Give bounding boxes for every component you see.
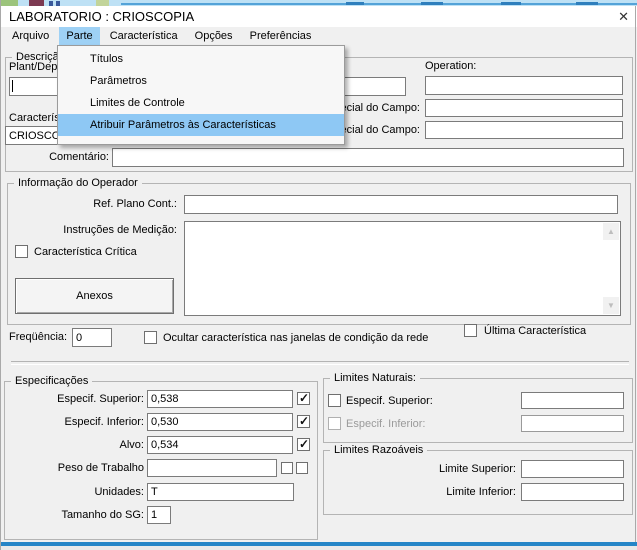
ocultar-checkbox[interactable]: [144, 331, 157, 344]
menubar: Arquivo Parte Característica Opções Pref…: [3, 27, 633, 45]
comentario-input[interactable]: [112, 148, 624, 167]
operation-input[interactable]: [425, 76, 623, 95]
ultima-checkbox[interactable]: [464, 324, 477, 337]
ultima-label: Última Característica: [484, 325, 587, 337]
peso-checkbox-2[interactable]: [296, 462, 308, 474]
instrucoes-textarea[interactable]: ▲ ▼: [184, 221, 621, 316]
plant-dep-label: Plant/Dep: [9, 61, 58, 73]
peso-trabalho-input[interactable]: [147, 459, 277, 477]
campo-especial-row3-input[interactable]: [425, 121, 623, 139]
especif-superior-label: Especif. Superior:: [57, 393, 144, 405]
limite-inferior-input[interactable]: [521, 483, 624, 501]
limites-naturais-inferior-label: Especif. Inferior:: [346, 418, 426, 430]
menubar-item-opcoes[interactable]: Opções: [188, 27, 240, 45]
menu-item-limites-de-controle[interactable]: Limites de Controle: [58, 92, 344, 114]
strip-fragment: [121, 3, 637, 5]
group-especificacoes-legend: Especificações: [11, 375, 93, 388]
limite-inferior-label: Limite Inferior:: [446, 486, 516, 498]
alvo-input[interactable]: [147, 436, 293, 454]
limite-superior-input[interactable]: [521, 460, 624, 478]
comentario-label: Comentário:: [49, 151, 109, 163]
caracteristica-critica-checkbox[interactable]: [15, 245, 28, 258]
tamanho-sg-input[interactable]: [147, 506, 171, 524]
anexos-button-label: Anexos: [76, 290, 113, 302]
scrollbar-down-icon[interactable]: ▼: [603, 297, 619, 314]
dialog-window: LABORATORIO : CRIOSCOPIA ✕ Arquivo Parte…: [0, 0, 637, 550]
campo-especial-row2-input[interactable]: [425, 99, 623, 117]
menu-dropdown: Títulos Parâmetros Limites de Controle A…: [57, 45, 345, 145]
strip-fragment: [501, 2, 521, 5]
close-icon[interactable]: ✕: [618, 9, 629, 24]
group-limites-razoaveis-legend: Limites Razoáveis: [330, 444, 428, 457]
ref-plano-input[interactable]: [184, 195, 618, 214]
caracteristica-critica-label: Característica Crítica: [34, 246, 137, 258]
peso-trabalho-label: Peso de Trabalho: [57, 462, 144, 474]
group-limites-naturais-legend: Limites Naturais:: [330, 372, 420, 385]
tamanho-sg-label: Tamanho do SG:: [61, 509, 144, 521]
limites-naturais-inferior-input[interactable]: [521, 415, 624, 432]
alvo-label: Alvo:: [119, 439, 144, 451]
anexos-button[interactable]: Anexos: [15, 278, 174, 314]
menu-item-parametros[interactable]: Parâmetros: [58, 70, 344, 92]
ref-plano-label: Ref. Plano Cont.:: [93, 198, 177, 210]
frequencia-input[interactable]: [72, 328, 112, 347]
group-limites-naturais: Limites Naturais:: [323, 372, 633, 443]
strip-fragment: [421, 2, 443, 5]
strip-fragment: [576, 2, 598, 5]
separator-line: [11, 361, 629, 365]
group-informacao-operador-legend: Informação do Operador: [14, 177, 142, 190]
limites-naturais-superior-checkbox[interactable]: [328, 394, 341, 407]
peso-checkbox-1[interactable]: [281, 462, 293, 474]
menu-item-titulos[interactable]: Títulos: [58, 48, 344, 70]
especif-superior-checkbox[interactable]: [297, 391, 310, 405]
menubar-item-parte[interactable]: Parte: [59, 27, 100, 45]
scrollbar-up-icon[interactable]: ▲: [603, 223, 619, 240]
especif-inferior-input[interactable]: [147, 413, 293, 431]
window-title: LABORATORIO : CRIOSCOPIA: [9, 9, 195, 24]
especif-inferior-label: Especif. Inferior:: [64, 416, 144, 428]
alvo-checkbox[interactable]: [297, 437, 310, 451]
window-right-border: [635, 6, 636, 542]
limites-naturais-superior-input[interactable]: [521, 392, 624, 409]
menubar-item-preferencias[interactable]: Preferências: [243, 27, 319, 45]
limites-naturais-inferior-checkbox[interactable]: [328, 417, 341, 430]
title-bar: LABORATORIO : CRIOSCOPIA ✕: [1, 6, 637, 27]
especif-superior-input[interactable]: [147, 390, 293, 408]
menubar-item-caracteristica[interactable]: Característica: [103, 27, 185, 45]
strip-fragment: [346, 2, 364, 5]
menubar-item-arquivo[interactable]: Arquivo: [5, 27, 56, 45]
unidades-input[interactable]: [147, 483, 294, 501]
frequencia-label: Freqüência:: [9, 331, 68, 343]
especif-inferior-checkbox[interactable]: [297, 414, 310, 428]
ocultar-label: Ocultar característica nas janelas de co…: [163, 332, 429, 344]
bottom-backdrop: [1, 546, 637, 550]
menu-item-atribuir-parametros[interactable]: Atribuir Parâmetros às Características: [58, 114, 344, 136]
operation-label: Operation:: [425, 60, 477, 72]
unidades-label: Unidades:: [94, 486, 144, 498]
limites-naturais-superior-label: Especif. Superior:: [346, 395, 433, 407]
text-caret: [12, 80, 13, 92]
limite-superior-label: Limite Superior:: [438, 463, 516, 475]
instrucoes-label: Instruções de Medição:: [63, 224, 177, 236]
